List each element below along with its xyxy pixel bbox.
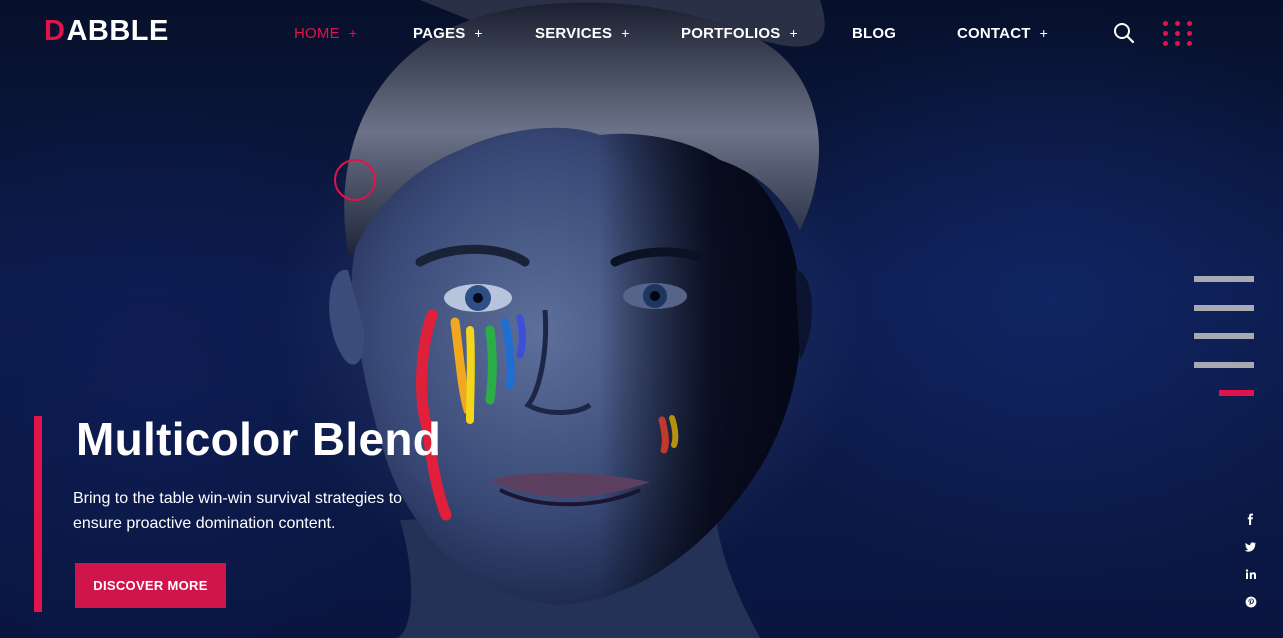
nav-item-home[interactable]: HOME + bbox=[294, 22, 357, 44]
pinterest-icon[interactable] bbox=[1242, 594, 1260, 610]
pager-bar[interactable] bbox=[1194, 276, 1254, 282]
nav-item-label: PORTFOLIOS bbox=[681, 24, 781, 42]
nav-item-plus-icon: + bbox=[621, 25, 630, 41]
nav-item-label: PAGES bbox=[413, 24, 466, 42]
hero-description: Bring to the table win-win survival stra… bbox=[73, 490, 403, 532]
hero-portrait-image bbox=[329, 0, 825, 638]
hero-slider: D ABBLE HOME + PAGES + SERVICES + PORTFOL… bbox=[0, 0, 1283, 638]
dots-grid-icon[interactable] bbox=[1163, 21, 1193, 47]
caption-accent-bar bbox=[34, 416, 42, 612]
nav-item-label: BLOG bbox=[852, 24, 897, 42]
pager-bar[interactable] bbox=[1194, 333, 1254, 339]
nav-item-plus-icon: + bbox=[1039, 25, 1049, 41]
nav-item-plus-icon: + bbox=[474, 25, 483, 41]
nav-item-blog[interactable]: BLOG bbox=[852, 22, 896, 44]
brand-logo[interactable]: D ABBLE bbox=[44, 14, 169, 48]
facebook-icon[interactable] bbox=[1242, 512, 1260, 528]
decorative-ring bbox=[334, 159, 376, 201]
nav-item-label: CONTACT bbox=[957, 24, 1031, 42]
search-icon[interactable] bbox=[1113, 22, 1135, 44]
pager-bar[interactable] bbox=[1194, 362, 1254, 368]
hero-title: Multicolor Blend bbox=[76, 413, 442, 465]
linkedin-icon[interactable] bbox=[1242, 567, 1260, 583]
nav-item-contact[interactable]: CONTACT + bbox=[957, 22, 1048, 44]
nav-item-plus-icon: + bbox=[789, 25, 798, 41]
pager-bar-active[interactable] bbox=[1219, 390, 1254, 396]
logo-text: ABBLE bbox=[66, 14, 169, 47]
nav-item-pages[interactable]: PAGES + bbox=[413, 22, 483, 44]
nav-item-label: HOME bbox=[294, 24, 340, 42]
nav-item-services[interactable]: SERVICES + bbox=[535, 22, 630, 44]
nav-item-label: SERVICES bbox=[535, 24, 613, 42]
nav-item-plus-icon: + bbox=[348, 25, 358, 41]
twitter-icon[interactable] bbox=[1242, 539, 1260, 555]
nav-item-portfolios[interactable]: PORTFOLIOS + bbox=[681, 22, 798, 44]
discover-more-button[interactable]: DISCOVER MORE bbox=[75, 563, 226, 608]
pager-bar[interactable] bbox=[1194, 305, 1254, 311]
logo-mark: D bbox=[44, 14, 66, 47]
